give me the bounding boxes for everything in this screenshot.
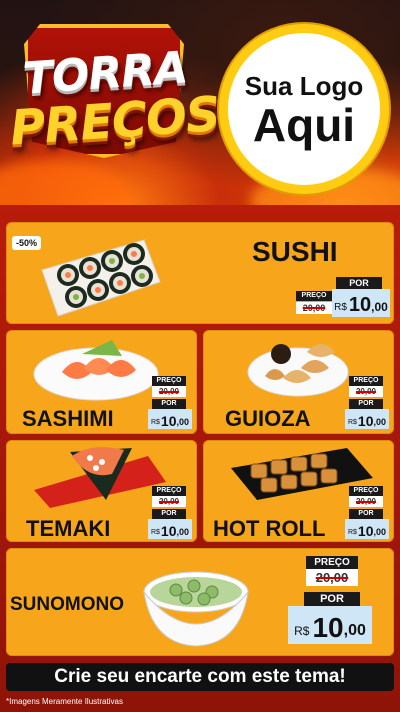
preco-label: PREÇO xyxy=(306,556,358,569)
price-dec: ,00 xyxy=(343,622,366,639)
por-label: POR xyxy=(152,509,186,519)
old-price-value: 20,00 xyxy=(355,497,377,506)
new-price: R$ 10 ,00 xyxy=(148,409,192,429)
product-card-guioza: GUIOZA PREÇO 20,00 POR R$ 10 ,00 xyxy=(203,330,394,434)
currency: R$ xyxy=(150,529,160,536)
old-price-value: 20,00 xyxy=(315,570,349,585)
new-price: R$ 10 ,00 xyxy=(345,519,389,539)
price-int: 10 xyxy=(160,523,177,539)
old-price-value: 20,00 xyxy=(158,497,180,506)
price-dec: ,00 xyxy=(176,417,190,427)
preco-label: PREÇO xyxy=(152,376,186,386)
currency: R$ xyxy=(150,419,160,426)
por-label: POR xyxy=(349,509,383,519)
old-price-value: 20,00 xyxy=(158,387,180,396)
preco-label: PREÇO xyxy=(296,291,332,301)
logo-text-line1: Sua Logo xyxy=(244,70,364,101)
old-price-value: 20,00 xyxy=(302,303,326,313)
old-price: 20,00 xyxy=(152,386,186,397)
disclaimer-text: *Imagens Meramente Ilustrativas xyxy=(6,697,123,706)
hero-banner: TORRA PREÇOS Sua Logo Aqui xyxy=(0,0,400,215)
currency: R$ xyxy=(334,302,347,313)
preco-label: PREÇO xyxy=(152,486,186,496)
old-price: 20,00 xyxy=(152,496,186,507)
new-price: R$ 10 ,00 xyxy=(148,519,192,539)
product-name: GUIOZA xyxy=(225,406,311,431)
title-badge: TORRA PREÇOS xyxy=(8,12,222,167)
product-card-temaki: TEMAKI PREÇO 20,00 POR R$ 10 ,00 xyxy=(6,440,197,542)
sushi-image xyxy=(41,239,161,317)
product-card-hot-roll: HOT ROLL PREÇO 20,00 POR R$ 10 ,00 xyxy=(203,440,394,542)
product-name: HOT ROLL xyxy=(213,516,326,541)
preco-label: PREÇO xyxy=(349,486,383,496)
discount-badge: -50% xyxy=(12,236,42,250)
price-int: 10 xyxy=(357,523,374,539)
price-dec: ,00 xyxy=(373,527,387,537)
new-price: R$ 10 ,00 xyxy=(345,409,389,429)
product-card-sunomono: SUNOMONO PREÇO 20,00 POR R$ 10 ,00 xyxy=(6,548,394,656)
price-dec: ,00 xyxy=(176,527,190,537)
old-price: 20,00 xyxy=(296,302,332,314)
temaki-image xyxy=(34,447,166,508)
old-price-value: 20,00 xyxy=(355,387,377,396)
currency: R$ xyxy=(347,529,357,536)
new-price: R$ 10 ,00 xyxy=(288,606,372,644)
logo-placeholder: Sua Logo Aqui xyxy=(219,24,389,194)
sunomono-image xyxy=(143,571,249,647)
cta-banner[interactable]: Crie seu encarte com este tema! xyxy=(6,663,394,691)
old-price: 20,00 xyxy=(349,386,383,397)
currency: R$ xyxy=(294,624,310,638)
sashimi-image xyxy=(33,340,159,401)
por-label: POR xyxy=(152,399,186,409)
product-name: SASHIMI xyxy=(22,406,114,431)
title-line-2: PREÇOS xyxy=(8,86,222,157)
por-label: POR xyxy=(349,399,383,409)
por-label: POR xyxy=(304,592,360,606)
price-int: 10 xyxy=(160,413,177,429)
old-price: 20,00 xyxy=(349,496,383,507)
product-card-sushi: -50% SUSHI POR PREÇO 20,00 R$ 10 ,00 xyxy=(6,222,394,324)
logo-text-line2: Aqui xyxy=(252,98,356,151)
por-label: POR xyxy=(336,277,382,289)
old-price: 20,00 xyxy=(306,569,358,586)
guioza-image xyxy=(247,344,349,397)
price-dec: ,00 xyxy=(373,417,387,427)
currency: R$ xyxy=(347,419,357,426)
preco-label: PREÇO xyxy=(349,376,383,386)
product-name: TEMAKI xyxy=(26,516,111,541)
price-int: 10 xyxy=(357,413,374,429)
product-card-sashimi: SASHIMI PREÇO 20,00 POR R$ 10 ,00 xyxy=(6,330,197,434)
price-int: 10 xyxy=(348,294,372,316)
price-int: 10 xyxy=(312,612,344,643)
new-price: R$ 10 ,00 xyxy=(332,289,390,317)
product-name: SUNOMONO xyxy=(10,594,124,615)
product-name: SUSHI xyxy=(252,236,338,267)
price-dec: ,00 xyxy=(371,300,388,314)
